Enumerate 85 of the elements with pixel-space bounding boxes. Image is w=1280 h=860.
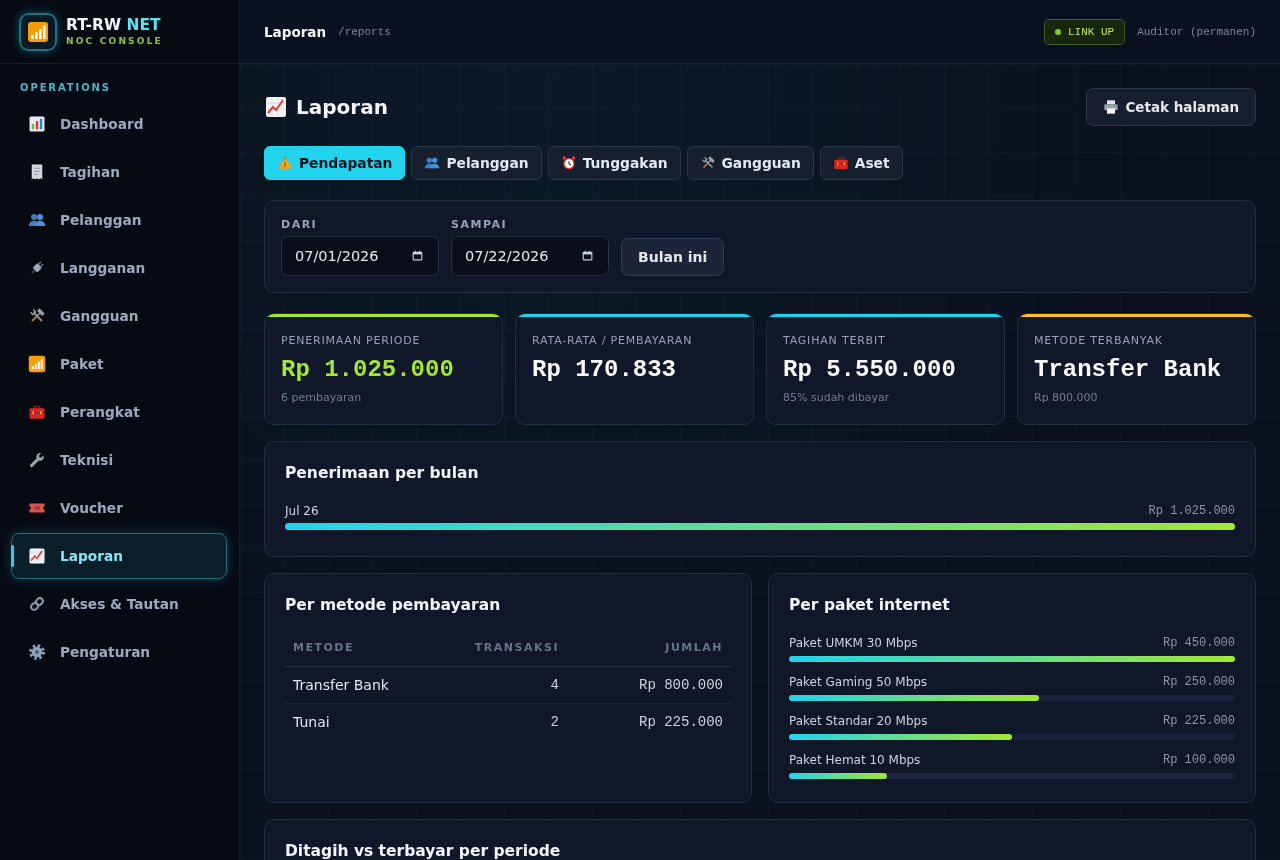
signal-bars-icon	[28, 355, 46, 373]
link-status-label: LINK UP	[1067, 25, 1115, 38]
brand-subtitle: NOC CONSOLE	[66, 36, 163, 47]
bar-amount: Rp 250.000	[1163, 674, 1235, 690]
panel-title: Penerimaan per bulan	[285, 463, 480, 484]
stat-label: METODE TERBANYAK	[1034, 334, 1163, 348]
panel-title: Ditagih vs terbayar per periode	[285, 841, 562, 860]
sidebar-item[interactable]: Gangguan	[11, 293, 227, 339]
date-field[interactable]: 07/01/2026	[281, 236, 439, 276]
section-label: OPERATIONS	[20, 82, 111, 94]
bar-chart-icon	[28, 115, 46, 133]
stat-note: 85% sudah dibayar	[783, 391, 890, 405]
bar-label: Jul 26	[285, 503, 319, 519]
settings-icon	[28, 643, 46, 661]
stat-label: PENERIMAAN PERIODE	[281, 334, 421, 348]
print-button[interactable]: Cetak halaman	[1086, 88, 1256, 126]
bar-amount: Rp 1.025.000	[1148, 503, 1235, 519]
tab[interactable]: Pendapatan	[264, 146, 406, 180]
panel-title: Per paket internet	[789, 595, 951, 616]
bar-label: Paket Hemat 10 Mbps	[789, 752, 921, 768]
status-dot-icon	[1054, 28, 1061, 35]
field-label: SAMPAI	[451, 218, 508, 231]
money-bag-icon	[277, 155, 293, 171]
alarm-clock-icon	[560, 155, 577, 171]
bar-amount: Rp 225.000	[1163, 713, 1235, 729]
sidebar-item[interactable]: Pelanggan	[11, 197, 227, 243]
bar-label: Paket Gaming 50 Mbps	[789, 674, 928, 690]
route-path: /reports	[338, 25, 391, 38]
sidebar-item[interactable]: Tagihan	[11, 149, 227, 195]
tab[interactable]: Pelanggan	[411, 146, 542, 180]
table-cell: Rp 225.000	[567, 703, 731, 740]
table-cell: Tunai	[285, 703, 411, 740]
table-cell: 4	[411, 666, 567, 704]
bar-amount: Rp 450.000	[1163, 635, 1235, 651]
calendar-icon	[581, 249, 594, 262]
column-header: JUMLAH	[567, 628, 731, 667]
table-cell: Rp 800.000	[567, 666, 731, 704]
sidebar-item[interactable]: Pengaturan	[11, 629, 227, 675]
panel-title: Per metode pembayaran	[285, 595, 502, 616]
people-icon	[424, 155, 441, 171]
link-icon	[28, 595, 46, 613]
sidebar-item[interactable]: Perangkat	[11, 389, 227, 435]
toolbox-icon	[832, 155, 849, 171]
field-label: DARI	[281, 218, 318, 231]
table-cell: 2	[411, 703, 567, 740]
stat-note: Rp 800.000	[1034, 391, 1098, 405]
stat-note: 6 pembayaran	[281, 391, 362, 405]
sidebar-item[interactable]: Teknisi	[11, 437, 227, 483]
date-field[interactable]: 07/22/2026	[451, 236, 609, 276]
sidebar-item[interactable]: Paket	[11, 341, 227, 387]
stat-value: Rp 5.550.000	[783, 356, 956, 384]
printer-icon	[1103, 99, 1120, 115]
page-title: Laporan	[296, 94, 388, 120]
signal-bars-icon	[19, 12, 57, 51]
table-cell: Transfer Bank	[285, 666, 411, 704]
sidebar-item[interactable]: Laporan	[11, 533, 227, 579]
stat-value: Transfer Bank	[1034, 356, 1222, 384]
column-header: METODE	[285, 628, 411, 667]
tab[interactable]: Gangguan	[686, 146, 814, 180]
stat-value: Rp 170.833	[532, 356, 677, 384]
topbar-title: Laporan	[264, 23, 327, 40]
sidebar-item[interactable]: Akses & Tautan	[11, 581, 227, 627]
bar-label: Paket Standar 20 Mbps	[789, 713, 928, 729]
wrench-icon	[28, 451, 46, 469]
line-chart-icon	[28, 547, 46, 565]
bar-label: Paket UMKM 30 Mbps	[789, 635, 918, 651]
hammer-wrench-icon	[699, 155, 716, 171]
tab[interactable]: Aset	[819, 146, 903, 180]
user-role: Auditor (permanen)	[1137, 25, 1256, 38]
plug-icon	[28, 259, 46, 277]
sidebar-item[interactable]: Dashboard	[11, 101, 227, 147]
stat-label: TAGIHAN TERBIT	[783, 334, 886, 348]
stat-label: RATA-RATA / PEMBAYARAN	[532, 334, 693, 348]
sidebar-item[interactable]: Langganan	[11, 245, 227, 291]
brand-name: RT-RW NET	[66, 16, 161, 34]
bar-amount: Rp 100.000	[1163, 752, 1235, 768]
this-month-button[interactable]: Bulan ini	[621, 238, 725, 276]
people-icon	[28, 211, 46, 229]
toolbox-icon	[28, 403, 46, 421]
stat-value: Rp 1.025.000	[281, 356, 454, 384]
column-header: TRANSAKSI	[411, 628, 567, 667]
calendar-icon	[411, 249, 424, 262]
line-chart-icon	[264, 95, 288, 119]
sidebar-item[interactable]: Voucher	[11, 485, 227, 531]
tab[interactable]: Tunggakan	[547, 146, 681, 180]
